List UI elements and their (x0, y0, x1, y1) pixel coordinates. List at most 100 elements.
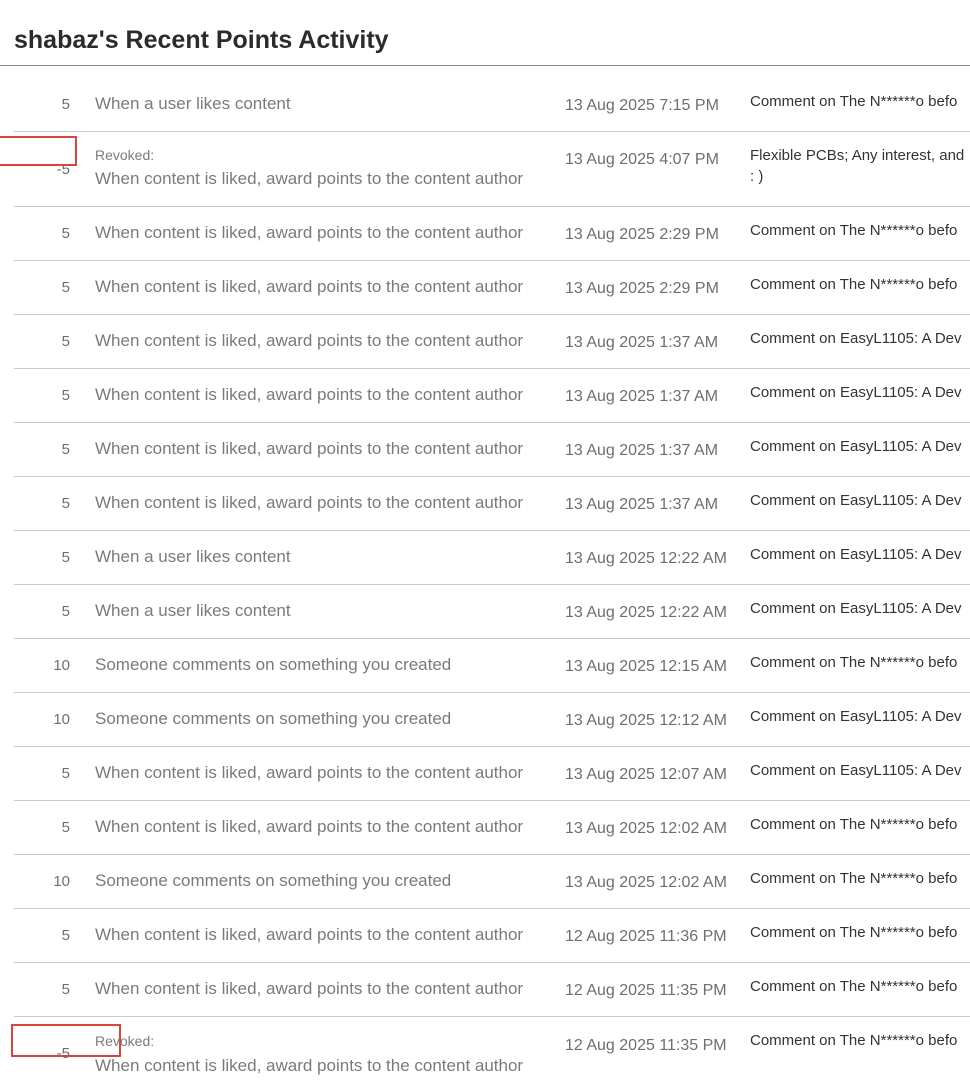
content-title-continued[interactable]: : ) (750, 168, 964, 185)
revoked-indicator: Revoked: (95, 147, 154, 165)
action-description: When content is liked, award points to t… (95, 817, 524, 836)
activity-row: 5 When content is liked, award points to … (14, 423, 970, 477)
points-value: 10 (53, 711, 70, 728)
revoked-label: Revoked: (95, 1033, 155, 1049)
page-title: shabaz's Recent Points Activity (14, 26, 389, 54)
content-link[interactable]: Comment on The N******o befo (750, 924, 957, 941)
activity-row: 5 When content is liked, award points to … (14, 261, 970, 315)
activity-date: 13 Aug 2025 2:29 PM (565, 226, 719, 243)
action-description: When content is liked, award points to t… (95, 1056, 524, 1075)
activity-row: 10 Someone comments on something you crea… (14, 855, 970, 909)
activity-date: 13 Aug 2025 7:15 PM (565, 97, 719, 114)
action-description: Someone comments on something you create… (95, 655, 452, 674)
content-link[interactable]: Comment on The N******o befo (750, 816, 957, 833)
activity-date: 13 Aug 2025 12:02 AM (565, 874, 727, 891)
activity-row: 5 When content is liked, award points to … (14, 963, 970, 1017)
activity-date: 13 Aug 2025 1:37 AM (565, 496, 719, 513)
activity-date: 13 Aug 2025 2:29 PM (565, 280, 719, 297)
activity-row: 5 When content is liked, award points to … (14, 477, 970, 531)
content-title[interactable]: Comment on EasyL1105: A Dev (750, 600, 962, 617)
content-link[interactable]: Comment on EasyL1105: A Dev (750, 330, 962, 347)
activity-row: 5 When content is liked, award points to … (14, 909, 970, 963)
activity-row: 5 When content is liked, award points to … (14, 369, 970, 423)
content-link[interactable]: Comment on EasyL1105: A Dev (750, 492, 962, 509)
action-description: When content is liked, award points to t… (95, 169, 524, 188)
activity-row: 5 When a user likes content 13 Aug 2025 12… (14, 585, 970, 639)
points-value: 5 (61, 981, 70, 998)
content-title[interactable]: Comment on EasyL1105: A Dev (750, 438, 962, 455)
activity-row: 5 When content is liked, award points to … (14, 747, 970, 801)
activity-row: 5 When content is liked, award points to … (14, 315, 970, 369)
content-title[interactable]: Comment on The N******o befo (750, 870, 957, 887)
action-description: When content is liked, award points to t… (95, 439, 524, 458)
points-value: 5 (61, 96, 70, 113)
activity-row: -5 Revoked: When content is liked, award p… (0, 132, 970, 207)
activity-date: 13 Aug 2025 12:22 AM (565, 550, 727, 567)
content-link[interactable]: Comment on The N******o befo (750, 93, 957, 110)
points-value: 5 (61, 279, 70, 296)
content-title[interactable]: Comment on EasyL1105: A Dev (750, 492, 962, 509)
action-description: When content is liked, award points to t… (95, 493, 524, 512)
content-link[interactable]: Comment on EasyL1105: A Dev (750, 438, 962, 455)
activity-table: 5 When a user likes content 13 Aug 2025 7:… (0, 78, 970, 1085)
activity-row: -5 Revoked: When content is liked, award p… (11, 1017, 970, 1085)
activity-row: 10 Someone comments on something you crea… (14, 693, 970, 747)
action-description: When content is liked, award points to t… (95, 385, 524, 404)
content-link[interactable]: Comment on The N******o befo (750, 978, 957, 995)
content-link[interactable]: Comment on The N******o befo (750, 654, 957, 671)
points-value: 5 (61, 225, 70, 242)
content-title[interactable]: Comment on EasyL1105: A Dev (750, 384, 962, 401)
content-title[interactable]: Comment on The N******o befo (750, 816, 957, 833)
action-description: When a user likes content (95, 547, 291, 566)
content-title[interactable]: Comment on The N******o befo (750, 276, 957, 293)
content-link[interactable]: Comment on The N******o befo (750, 870, 957, 887)
action-description: Someone comments on something you create… (95, 709, 452, 728)
action-description: When a user likes content (95, 601, 291, 620)
activity-row: 5 When a user likes content 13 Aug 2025 7:… (14, 78, 970, 132)
content-title[interactable]: Comment on The N******o befo (750, 222, 957, 239)
revoked-indicator: Revoked: (95, 1033, 154, 1051)
content-link[interactable]: Comment on EasyL1105: A Dev (750, 546, 962, 563)
activity-date: 12 Aug 2025 11:35 PM (565, 1037, 727, 1054)
activity-date: 13 Aug 2025 12:22 AM (565, 604, 727, 621)
points-value: 5 (61, 441, 70, 458)
content-title[interactable]: Comment on EasyL1105: A Dev (750, 708, 962, 725)
title-divider (0, 65, 970, 66)
action-description: When content is liked, award points to t… (95, 763, 524, 782)
content-link[interactable]: Comment on The N******o befo (750, 222, 957, 239)
activity-date: 13 Aug 2025 1:37 AM (565, 334, 719, 351)
content-title[interactable]: Comment on The N******o befo (750, 978, 957, 995)
content-link[interactable]: Flexible PCBs; Any interest, and : ) (750, 147, 964, 185)
content-title[interactable]: Comment on The N******o befo (750, 654, 957, 671)
revoked-label: Revoked: (95, 147, 155, 163)
content-title[interactable]: Comment on The N******o befo (750, 93, 957, 110)
action-description: When content is liked, award points to t… (95, 925, 524, 944)
content-link[interactable]: Comment on The N******o befo (750, 276, 957, 293)
activity-date: 13 Aug 2025 12:12 AM (565, 712, 727, 729)
content-link[interactable]: Comment on The N******o befo (750, 1032, 957, 1049)
content-link[interactable]: Comment on EasyL1105: A Dev (750, 762, 962, 779)
content-title[interactable]: Comment on The N******o befo (750, 1032, 957, 1049)
points-value: 5 (61, 819, 70, 836)
content-link[interactable]: Comment on EasyL1105: A Dev (750, 708, 962, 725)
activity-row: 5 When a user likes content 13 Aug 2025 12… (14, 531, 970, 585)
points-value: 5 (61, 603, 70, 620)
activity-date: 13 Aug 2025 4:07 PM (565, 151, 719, 168)
activity-date: 13 Aug 2025 12:15 AM (565, 658, 727, 675)
content-title[interactable]: Comment on EasyL1105: A Dev (750, 762, 962, 779)
activity-date: 13 Aug 2025 12:07 AM (565, 766, 727, 783)
content-link[interactable]: Comment on EasyL1105: A Dev (750, 600, 962, 617)
points-value: 5 (61, 495, 70, 512)
content-title[interactable]: Comment on The N******o befo (750, 924, 957, 941)
points-value: 5 (61, 387, 70, 404)
content-title[interactable]: Comment on EasyL1105: A Dev (750, 330, 962, 347)
points-value: 5 (61, 927, 70, 944)
content-title[interactable]: Flexible PCBs; Any interest, and (750, 147, 964, 164)
content-link[interactable]: Comment on EasyL1105: A Dev (750, 384, 962, 401)
points-activity-page: shabaz's Recent Points Activity 5 When a … (0, 0, 970, 1085)
action-description: When a user likes content (95, 94, 291, 113)
content-title[interactable]: Comment on EasyL1105: A Dev (750, 546, 962, 563)
action-description: Someone comments on something you create… (95, 871, 452, 890)
activity-date: 12 Aug 2025 11:35 PM (565, 982, 727, 999)
activity-date: 13 Aug 2025 12:02 AM (565, 820, 727, 837)
